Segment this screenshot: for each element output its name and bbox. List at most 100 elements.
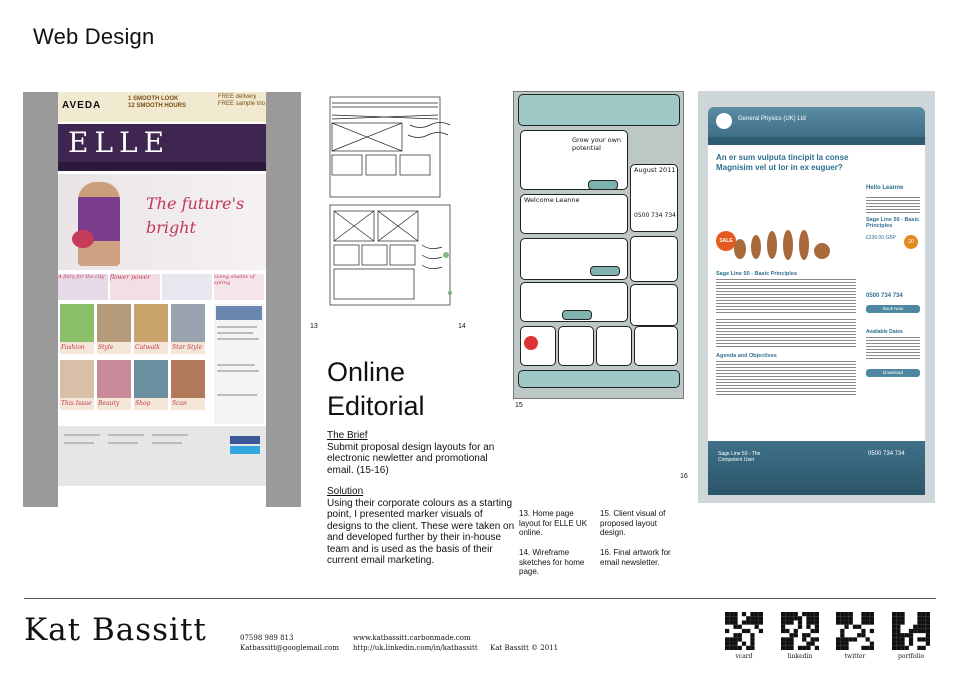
body-text [866, 197, 920, 213]
download-button [562, 310, 592, 320]
text-line [217, 338, 259, 340]
bottom-panel [558, 326, 594, 366]
hero-line2: bright [146, 218, 196, 237]
text-line [217, 326, 257, 328]
header-panel [518, 94, 680, 126]
fashion-grid: Fashion Style Catwalk Star Style This Is… [58, 304, 208, 414]
footer-panel [518, 370, 680, 388]
solution-text: Using their corporate colours as a start… [327, 497, 515, 567]
ad-line2: 12 SMOOTH HOURS [128, 103, 187, 109]
welcome-text: Welcome Leanne [524, 196, 580, 204]
book-now-button[interactable]: Book Now [866, 305, 920, 313]
heading-line2: Editorial [327, 391, 425, 421]
elle-nav [58, 162, 266, 171]
linkedin-link[interactable]: http://uk.linkedin.com/in/katbassitt [353, 643, 478, 653]
website-link[interactable]: www.katbassitt.carbonmade.com [353, 633, 478, 643]
elle-logo-bar: ELLE [58, 124, 266, 162]
grid-caption: Shop [134, 398, 168, 410]
contact-details: 07598 989 813 Katbassitt@googlemail.com [240, 633, 339, 653]
text-line [217, 394, 257, 396]
text-line [108, 442, 138, 444]
flower-bouquet [72, 230, 94, 248]
badge-20: 20 [904, 235, 918, 249]
grid-item: Scan [171, 360, 205, 412]
company-name: General Physics (UK) Ltd [738, 116, 806, 122]
strip-item: flower power [110, 274, 160, 300]
caption-15: 15. Client visual of proposed layout des… [600, 509, 666, 537]
phone-text: 0500 734 734 [634, 212, 676, 219]
marker-visual: Grow your own potential August 2011 0500… [513, 91, 684, 399]
grid-item: Style [97, 304, 131, 356]
elle-footer-links [58, 426, 266, 486]
web-links: www.katbassitt.carbonmade.com http://uk.… [353, 633, 478, 653]
wireframe-drawing [329, 96, 452, 306]
bottom-panel [596, 326, 632, 366]
footer-divider [24, 598, 936, 599]
caption-13: 13. Home page layout for ELLE UK online. [519, 509, 588, 537]
red-badge [524, 336, 538, 350]
brief-block: The Brief Submit proposal design layouts… [327, 430, 517, 567]
copyright: Kat Bassitt © 2011 [490, 644, 559, 652]
designer-name: Kat Bassitt [24, 612, 207, 648]
grid-item: Shop [134, 360, 168, 412]
gp-logo [716, 113, 732, 129]
email-footer: Sage Line 50 - The Competent User 0500 7… [708, 441, 925, 495]
twitter-qr-icon [836, 612, 874, 650]
email-newsletter-artwork: General Physics (UK) Ltd An er sum vulpu… [698, 91, 935, 503]
ad-right1: FREE delivery [218, 94, 257, 100]
hero-banner: The future's bright [58, 174, 266, 270]
grid-caption: Style [97, 342, 131, 354]
text-line [152, 442, 182, 444]
quote-panel [630, 284, 678, 326]
email-header: General Physics (UK) Ltd [708, 107, 925, 137]
qr-label: linkedin [787, 653, 813, 660]
grid-item: Star Style [171, 304, 205, 356]
grid-caption: Catwalk [134, 342, 168, 354]
graph-panel [630, 236, 678, 282]
text-line [64, 442, 94, 444]
grid-image [134, 304, 168, 342]
figure-number-16: 16 [680, 473, 688, 480]
body-text [716, 319, 856, 349]
phone: 0500 734 734 [866, 293, 903, 299]
evolution-illustration [734, 230, 830, 260]
grid-caption: This Issue [60, 398, 94, 410]
elle-sidebar [214, 304, 264, 424]
ad-brand: AVEDA [62, 100, 102, 111]
grid-item: Catwalk [134, 304, 168, 356]
ad-line1: 1 SMOOTH LOOK [128, 96, 179, 102]
grid-image [134, 360, 168, 398]
download-button[interactable]: Download [866, 369, 920, 377]
grid-image [97, 360, 131, 398]
page-title: Web Design [33, 24, 155, 49]
facebook-icon [230, 436, 260, 444]
agenda-title: Agenda and Objectives [716, 353, 777, 359]
body-text [716, 279, 856, 315]
date-text: August 2011 [634, 166, 676, 174]
model-figure [78, 182, 120, 266]
body-text [866, 337, 920, 361]
figure-number-14: 14 [458, 323, 466, 330]
section-title: Sage Line 50 - Basic Principles [716, 271, 798, 277]
text-line [217, 332, 253, 334]
linkedin-qr-icon [781, 612, 819, 650]
view-button [590, 266, 620, 276]
email-headline: An er sum vulputa tincipit la conse Magn… [716, 153, 849, 172]
email-body: An er sum vulputa tincipit la conse Magn… [708, 145, 925, 491]
figure-number-13: 13 [310, 323, 318, 330]
heading-line1: Online [327, 357, 406, 387]
course-title: Sage Line 50 - Basic Principles [866, 217, 920, 229]
brief-heading: The Brief [327, 430, 368, 441]
text-line [64, 434, 100, 436]
qr-label: portfolio [897, 653, 924, 660]
email-sidebar: Hello Leanne Sage Line 50 - Basic Princi… [866, 185, 922, 385]
ad-text: 1 SMOOTH LOOK 12 SMOOTH HOURS [128, 96, 186, 110]
ad-banner: AVEDA 1 SMOOTH LOOK 12 SMOOTH HOURS FREE… [58, 92, 266, 122]
email-address[interactable]: Katbassitt@googlemail.com [240, 643, 339, 653]
caption-14: 14. Wireframe sketches for home page. [519, 548, 585, 576]
text-line [217, 370, 259, 372]
greeting: Hello Leanne [866, 185, 904, 191]
hero-line1: The future's [146, 194, 245, 213]
strip-item: Going shades of spring [214, 274, 264, 300]
grid-caption: Star Style [171, 342, 205, 354]
